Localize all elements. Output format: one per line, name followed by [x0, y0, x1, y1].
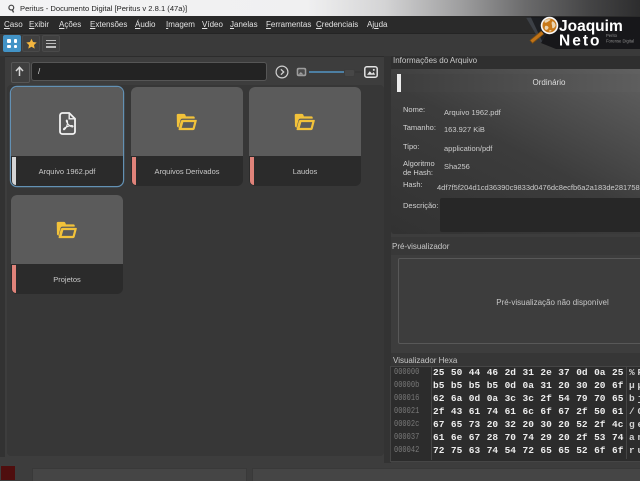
svg-text:Neto: Neto [559, 33, 601, 50]
svg-text:Perito: Perito [606, 33, 618, 38]
svg-text:Forense Digital: Forense Digital [606, 39, 634, 44]
